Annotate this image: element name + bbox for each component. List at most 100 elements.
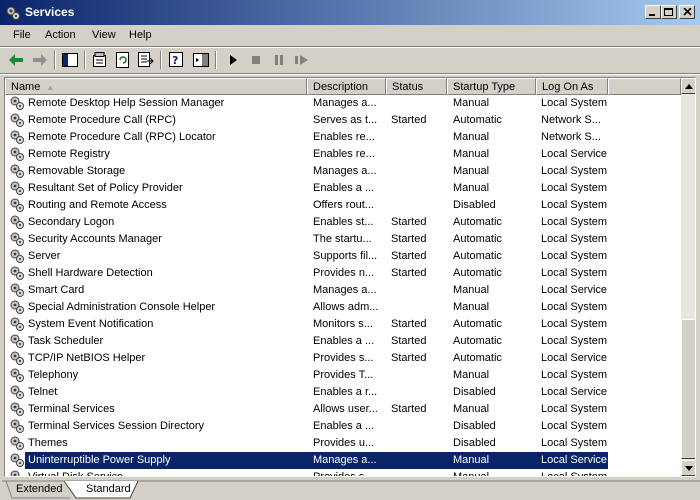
service-startup-type: Manual bbox=[453, 165, 490, 177]
stop-service-icon bbox=[252, 56, 260, 64]
services-list[interactable]: Name ▲ Description Status Startup Type Lo… bbox=[4, 77, 696, 477]
table-row[interactable]: Themes Provides u... Disabled Local System bbox=[5, 435, 681, 452]
service-gear-icon bbox=[10, 402, 24, 416]
table-row[interactable]: Resultant Set of Policy Provider Enables … bbox=[5, 180, 681, 197]
column-header-startup-type[interactable]: Startup Type bbox=[447, 78, 536, 95]
service-description: Provides u... bbox=[313, 437, 375, 449]
service-name: Terminal Services Session Directory bbox=[28, 420, 205, 432]
restart-service-button[interactable] bbox=[292, 50, 312, 70]
service-description: Supports fil... bbox=[313, 250, 378, 262]
service-name: Remote Registry bbox=[28, 148, 110, 160]
stop-service-button[interactable] bbox=[246, 50, 266, 70]
menu-action[interactable]: Action bbox=[45, 29, 76, 41]
toolbar-separator bbox=[215, 51, 217, 69]
service-gear-icon bbox=[10, 113, 24, 127]
service-status: Started bbox=[391, 267, 427, 279]
service-startup-type: Manual bbox=[453, 301, 490, 313]
table-row[interactable]: Routing and Remote Access Offers rout... D… bbox=[5, 197, 681, 214]
pause-service-button[interactable] bbox=[269, 50, 289, 70]
table-row[interactable]: Task Scheduler Enables a ... Started Automa… bbox=[5, 333, 681, 350]
table-row[interactable]: Uninterruptible Power Supply Manages a...… bbox=[5, 452, 681, 469]
service-description: Manages a... bbox=[313, 284, 377, 296]
table-row[interactable]: Remote Registry Enables re... Manual Local … bbox=[5, 146, 681, 163]
service-startup-type: Manual bbox=[453, 403, 490, 415]
service-description: Enables re... bbox=[313, 131, 375, 143]
scroll-down-button[interactable] bbox=[681, 460, 695, 476]
menu-view[interactable]: View bbox=[92, 29, 116, 41]
export-list-icon bbox=[138, 52, 154, 67]
table-row[interactable]: Remote Desktop Help Session Manager Manag… bbox=[5, 95, 681, 112]
service-name: Security Accounts Manager bbox=[28, 233, 162, 245]
service-status: Started bbox=[391, 250, 427, 262]
service-name: Resultant Set of Policy Provider bbox=[28, 182, 183, 194]
toolbar-separator bbox=[54, 51, 56, 69]
service-gear-icon bbox=[10, 300, 24, 314]
table-row[interactable]: Special Administration Console Helper All… bbox=[5, 299, 681, 316]
forward-button[interactable] bbox=[30, 50, 50, 70]
service-log-on-as: Local System bbox=[541, 250, 607, 262]
service-gear-icon bbox=[10, 181, 24, 195]
table-row[interactable]: Terminal Services Allows user... Started Ma… bbox=[5, 401, 681, 418]
maximize-button[interactable] bbox=[661, 5, 677, 19]
menu-file[interactable]: File bbox=[13, 29, 31, 41]
service-log-on-as: Network S... bbox=[541, 114, 601, 126]
scroll-thumb[interactable] bbox=[681, 319, 695, 459]
table-row[interactable]: Secondary Logon Enables st... Started Autom… bbox=[5, 214, 681, 231]
tab-extended[interactable]: Extended bbox=[8, 482, 70, 499]
back-button[interactable] bbox=[6, 50, 26, 70]
properties-button[interactable] bbox=[90, 50, 110, 70]
service-description: Enables a ... bbox=[313, 420, 375, 432]
forward-arrow-icon bbox=[33, 54, 47, 66]
tab-standard[interactable]: Standard bbox=[78, 482, 139, 499]
column-header-status[interactable]: Status bbox=[386, 78, 447, 95]
toolbar: ? bbox=[0, 48, 700, 72]
service-log-on-as: Local System bbox=[541, 165, 607, 177]
service-description: Enables a r... bbox=[313, 386, 378, 398]
service-name: Remote Desktop Help Session Manager bbox=[28, 97, 225, 109]
service-name: Telephony bbox=[28, 369, 79, 381]
minimize-button[interactable] bbox=[645, 5, 661, 19]
table-row[interactable]: Terminal Services Session Directory Enabl… bbox=[5, 418, 681, 435]
service-gear-icon bbox=[10, 215, 24, 229]
service-log-on-as: Local System bbox=[541, 267, 607, 279]
service-startup-type: Disabled bbox=[453, 199, 496, 211]
service-name: Removable Storage bbox=[28, 165, 126, 177]
table-row[interactable]: Smart Card Manages a... Manual Local Servic… bbox=[5, 282, 681, 299]
column-header-log-on-as[interactable]: Log On As bbox=[536, 78, 608, 95]
refresh-button[interactable] bbox=[113, 50, 133, 70]
service-startup-type: Automatic bbox=[453, 216, 502, 228]
help-button[interactable]: ? bbox=[167, 50, 187, 70]
service-name: Secondary Logon bbox=[28, 216, 115, 228]
table-row[interactable]: Telephony Provides T... Manual Local System bbox=[5, 367, 681, 384]
start-service-button[interactable] bbox=[223, 50, 243, 70]
service-log-on-as: Local System bbox=[541, 97, 607, 109]
table-row[interactable]: TCP/IP NetBIOS Helper Provides s... Starte… bbox=[5, 350, 681, 367]
scroll-up-button[interactable] bbox=[681, 78, 695, 94]
table-row[interactable]: Removable Storage Manages a... Manual Local… bbox=[5, 163, 681, 180]
service-startup-type: Automatic bbox=[453, 318, 502, 330]
table-row[interactable]: Security Accounts Manager The startu... St… bbox=[5, 231, 681, 248]
column-header-description[interactable]: Description bbox=[307, 78, 386, 95]
table-row[interactable]: Remote Procedure Call (RPC) Locator Enabl… bbox=[5, 129, 681, 146]
service-gear-icon bbox=[10, 351, 24, 365]
table-row[interactable]: System Event Notification Monitors s... St… bbox=[5, 316, 681, 333]
table-row[interactable]: Server Supports fil... Started Automatic Loc… bbox=[5, 248, 681, 265]
service-name: TCP/IP NetBIOS Helper bbox=[28, 352, 146, 364]
table-row[interactable]: Telnet Enables a r... Disabled Local Servic… bbox=[5, 384, 681, 401]
service-log-on-as: Local System bbox=[541, 420, 607, 432]
table-row[interactable]: Virtual Disk Service Provides s... Manual L… bbox=[5, 469, 681, 476]
show-hide-tree-button[interactable] bbox=[60, 50, 80, 70]
vertical-scrollbar[interactable] bbox=[681, 78, 695, 476]
column-header-name[interactable]: Name ▲ bbox=[5, 78, 307, 95]
title-bar[interactable]: Services bbox=[0, 0, 700, 25]
service-description: Allows user... bbox=[313, 403, 378, 415]
menu-help[interactable]: Help bbox=[129, 29, 152, 41]
console-tree-button[interactable] bbox=[191, 50, 211, 70]
close-button[interactable] bbox=[679, 5, 695, 19]
table-row[interactable]: Shell Hardware Detection Provides n... Sta… bbox=[5, 265, 681, 282]
column-header-name-label: Name bbox=[11, 81, 41, 93]
table-row[interactable]: Remote Procedure Call (RPC) Serves as t..… bbox=[5, 112, 681, 129]
services-window: Services File Action View Help ? Name ▲ … bbox=[0, 0, 700, 500]
arrow-up-icon bbox=[685, 83, 693, 89]
export-list-button[interactable] bbox=[136, 50, 156, 70]
